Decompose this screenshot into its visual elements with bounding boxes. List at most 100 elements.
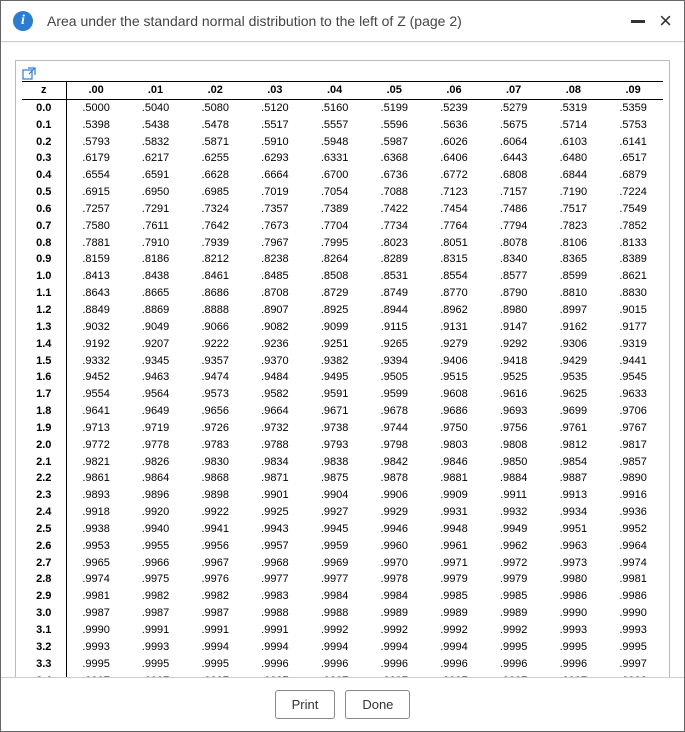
table-row: 0.7.7580.7611.7642.7673.7704.7734.7764.7…: [22, 218, 663, 235]
row-header: 2.8: [22, 571, 66, 588]
cell: .9906: [364, 487, 424, 504]
cell: .9916: [603, 487, 663, 504]
cell: .9761: [544, 420, 604, 437]
cell: .5910: [245, 134, 305, 151]
cell: .9678: [364, 403, 424, 420]
cell: .9988: [305, 605, 365, 622]
row-header: 1.0: [22, 268, 66, 285]
cell: .9875: [305, 470, 365, 487]
cell: .7257: [66, 201, 126, 218]
cell: .6293: [245, 150, 305, 167]
cell: .9977: [245, 571, 305, 588]
cell: .9943: [245, 521, 305, 538]
cell: .9878: [364, 470, 424, 487]
table-row: 2.2.9861.9864.9868.9871.9875.9878.9881.9…: [22, 470, 663, 487]
cell: .8461: [185, 268, 245, 285]
cell: .9968: [245, 555, 305, 572]
cell: .8708: [245, 285, 305, 302]
cell: .9948: [424, 521, 484, 538]
table-row: 1.3.9032.9049.9066.9082.9099.9115.9131.9…: [22, 319, 663, 336]
cell: .9980: [544, 571, 604, 588]
cell: .8830: [603, 285, 663, 302]
cell: .5359: [603, 99, 663, 116]
row-header: 2.7: [22, 555, 66, 572]
table-row: 0.0.5000.5040.5080.5120.5160.5199.5239.5…: [22, 99, 663, 116]
cell: .5675: [484, 117, 544, 134]
cell: .8810: [544, 285, 604, 302]
cell: .9981: [66, 588, 126, 605]
cell: .9951: [544, 521, 604, 538]
cell: .6772: [424, 167, 484, 184]
z-corner-header: z: [22, 82, 66, 100]
cell: .9975: [126, 571, 186, 588]
table-row: 1.4.9192.9207.9222.9236.9251.9265.9279.9…: [22, 336, 663, 353]
cell: .9778: [126, 437, 186, 454]
popout-icon[interactable]: [22, 67, 663, 81]
col-header: .07: [484, 82, 544, 100]
cell: .8907: [245, 302, 305, 319]
cell: .9265: [364, 336, 424, 353]
cell: .9964: [603, 538, 663, 555]
cell: .9990: [66, 622, 126, 639]
cell: .8770: [424, 285, 484, 302]
cell: .6064: [484, 134, 544, 151]
row-header: 2.1: [22, 454, 66, 471]
table-row: 0.2.5793.5832.5871.5910.5948.5987.6026.6…: [22, 134, 663, 151]
cell: .9099: [305, 319, 365, 336]
print-button[interactable]: Print: [275, 690, 336, 719]
cell: .9977: [305, 571, 365, 588]
cell: .8315: [424, 251, 484, 268]
cell: .9177: [603, 319, 663, 336]
cell: .8944: [364, 302, 424, 319]
cell: .9861: [66, 470, 126, 487]
cell: .9974: [603, 555, 663, 572]
cell: .5199: [364, 99, 424, 116]
row-header: 1.2: [22, 302, 66, 319]
cell: .9370: [245, 353, 305, 370]
cell: .9929: [364, 504, 424, 521]
row-header: 1.1: [22, 285, 66, 302]
cell: .9995: [484, 639, 544, 656]
cell: .9992: [305, 622, 365, 639]
cell: .8665: [126, 285, 186, 302]
cell: .8686: [185, 285, 245, 302]
cell: .9608: [424, 386, 484, 403]
cell: .7764: [424, 218, 484, 235]
close-icon[interactable]: ×: [659, 14, 672, 28]
cell: .8577: [484, 268, 544, 285]
cell: .5948: [305, 134, 365, 151]
cell: .6808: [484, 167, 544, 184]
cell: .9995: [66, 656, 126, 673]
cell: .9147: [484, 319, 544, 336]
cell: .9834: [245, 454, 305, 471]
row-header: 3.1: [22, 622, 66, 639]
table-row: 1.0.8413.8438.8461.8485.8508.8531.8554.8…: [22, 268, 663, 285]
cell: .6255: [185, 150, 245, 167]
cell: .9394: [364, 353, 424, 370]
cell: .9992: [484, 622, 544, 639]
cell: .7734: [364, 218, 424, 235]
cell: .6915: [66, 184, 126, 201]
cell: .9798: [364, 437, 424, 454]
cell: .9981: [603, 571, 663, 588]
cell: .9332: [66, 353, 126, 370]
cell: .9495: [305, 369, 365, 386]
cell: .5080: [185, 99, 245, 116]
cell: .9625: [544, 386, 604, 403]
minimize-icon[interactable]: [631, 20, 645, 23]
z-table: z.00.01.02.03.04.05.06.07.08.09 0.0.5000…: [22, 81, 663, 677]
table-row: 2.5.9938.9940.9941.9943.9945.9946.9948.9…: [22, 521, 663, 538]
cell: .8749: [364, 285, 424, 302]
table-row: 2.1.9821.9826.9830.9834.9838.9842.9846.9…: [22, 454, 663, 471]
cell: .5714: [544, 117, 604, 134]
cell: .9564: [126, 386, 186, 403]
done-button[interactable]: Done: [345, 690, 410, 719]
cell: .9959: [305, 538, 365, 555]
table-row: 3.0.9987.9987.9987.9988.9988.9989.9989.9…: [22, 605, 663, 622]
cell: .9131: [424, 319, 484, 336]
cell: .8413: [66, 268, 126, 285]
row-header: 0.0: [22, 99, 66, 116]
cell: .7157: [484, 184, 544, 201]
cell: .9993: [603, 622, 663, 639]
cell: .5438: [126, 117, 186, 134]
